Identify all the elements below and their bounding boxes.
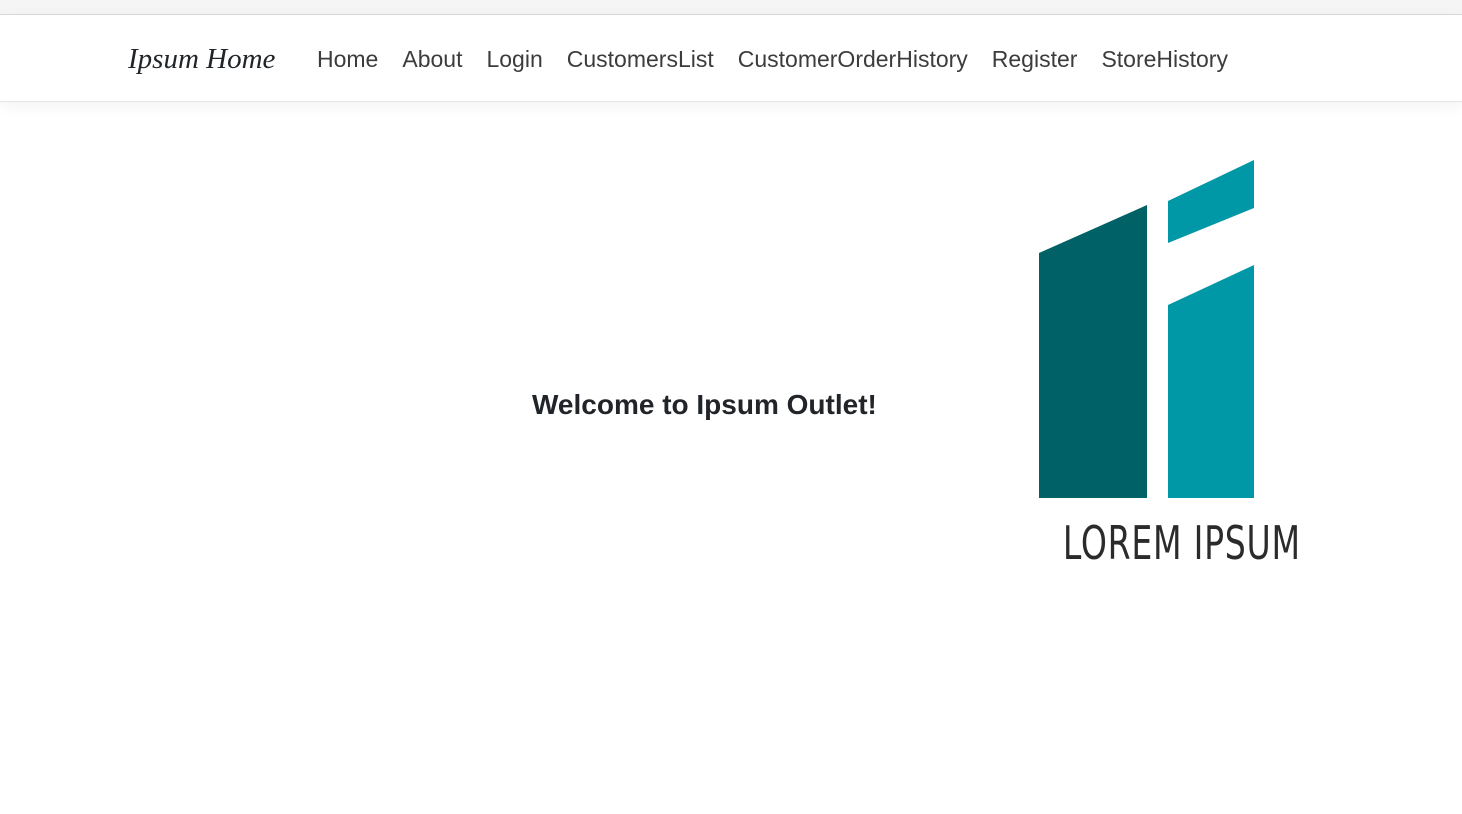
nav-link-store-history[interactable]: StoreHistory <box>1089 39 1240 79</box>
browser-top-strip <box>0 0 1462 15</box>
logo-top-right-block <box>1168 160 1254 243</box>
nav-link-login[interactable]: Login <box>474 39 554 79</box>
nav-links: Home About Login CustomersList CustomerO… <box>305 39 1240 79</box>
welcome-heading: Welcome to Ipsum Outlet! <box>532 389 877 421</box>
nav-link-customers-list[interactable]: CustomersList <box>555 39 726 79</box>
nav-link-customer-order-history[interactable]: CustomerOrderHistory <box>726 39 980 79</box>
navbar: Ipsum Home Home About Login CustomersLis… <box>0 15 1462 102</box>
logo-wordmark: LOREM IPSUM <box>1062 516 1301 570</box>
lorem-ipsum-logo: LOREM IPSUM <box>1030 155 1301 575</box>
nav-link-register[interactable]: Register <box>980 39 1090 79</box>
brand-link[interactable]: Ipsum Home <box>128 39 275 79</box>
logo-building-graphic <box>1039 160 1254 498</box>
logo-bottom-right-block <box>1168 265 1254 498</box>
logo-left-block <box>1039 205 1147 498</box>
nav-link-home[interactable]: Home <box>305 39 390 79</box>
nav-link-about[interactable]: About <box>390 39 474 79</box>
